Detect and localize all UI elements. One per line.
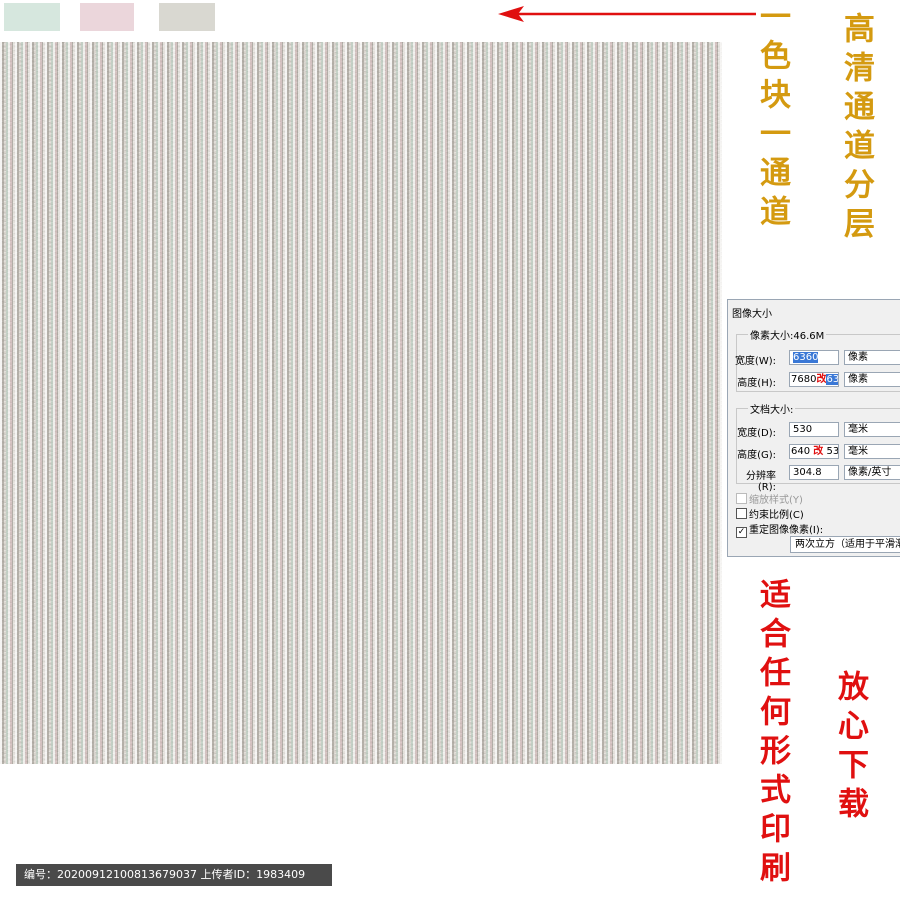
resolution-unit-select[interactable]: 像素/英寸⌄ (844, 465, 900, 480)
pixel-height-label: 高度(H): (737, 378, 776, 389)
color-swatch-green (4, 3, 60, 31)
doc-width-label: 宽度(D): (737, 428, 776, 439)
doc-height-label: 高度(G): (737, 450, 776, 461)
resample-method-select[interactable]: 两次立方（适用于平滑渐变 (790, 536, 900, 553)
color-swatch-pink (80, 3, 134, 31)
annotation-one-color-one-channel: 一色块一通道 (754, 0, 790, 234)
herringbone-texture-pattern (0, 42, 722, 764)
doc-height-input[interactable]: 640 改 530 (789, 444, 839, 459)
pixel-height-input[interactable]: 7680改6360 (789, 372, 839, 387)
pixel-width-unit-select[interactable]: 像素⌄ (844, 350, 900, 365)
document-size-label: 文档大小: (748, 401, 796, 416)
resolution-input[interactable]: 304.8 (789, 465, 839, 480)
scale-styles-checkbox[interactable]: 缩放样式(Y) (736, 491, 803, 506)
pixel-width-input[interactable]: 6360 (789, 350, 839, 365)
pixel-dimensions-label: 像素大小:46.6M (748, 327, 827, 342)
annotation-download-freely: 放心下载 (832, 670, 868, 826)
constrain-proportions-checkbox[interactable]: 约束比例(C) (736, 506, 804, 521)
doc-width-unit-select[interactable]: 毫米⌄ (844, 422, 900, 437)
checkmark-icon: ✓ (736, 527, 747, 538)
image-id-footer: 编号：20200912100813679037 上传者ID：1983409 (16, 864, 332, 886)
image-size-dialog: 图像大小 像素大小:46.6M 宽度(W): 6360 像素⌄ 高度(H): 7… (727, 299, 900, 557)
doc-height-unit-select[interactable]: 毫米⌄ (844, 444, 900, 459)
pixel-width-label: 宽度(W): (734, 356, 776, 367)
doc-width-input[interactable]: 530 (789, 422, 839, 437)
annotation-suitable-for-printing: 适合任何形式印刷 (754, 578, 790, 890)
color-swatch-gray (159, 3, 215, 31)
dialog-title: 图像大小 (732, 309, 772, 320)
pixel-height-unit-select[interactable]: 像素⌄ (844, 372, 900, 387)
annotation-hd-channel-layers: 高清通道分层 (838, 12, 874, 246)
red-arrow-icon (498, 6, 756, 22)
resolution-label: 分辨率(R): (746, 471, 776, 493)
